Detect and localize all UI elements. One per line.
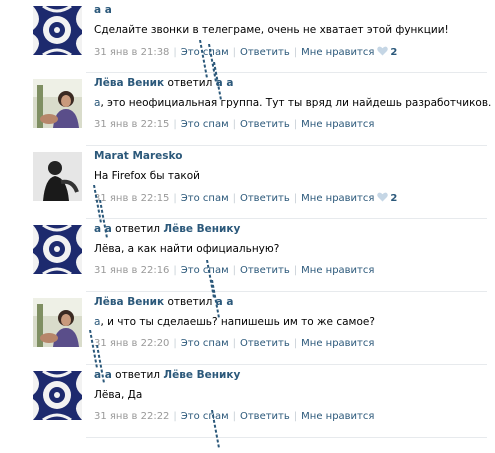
photo-avatar-icon[interactable] (33, 298, 82, 347)
comment-body: Лёва, Да (94, 389, 143, 401)
ribbon-glitch (98, 199, 108, 240)
reply-link[interactable]: Ответить (240, 265, 290, 276)
comment-meta: 31 янв в 22:20 | Это спам | Ответить | Мне нра… (94, 338, 374, 349)
pattern-avatar-icon[interactable] (33, 225, 82, 274)
like-link[interactable]: Мне нравится (301, 119, 374, 130)
bw-photo-avatar-icon[interactable] (33, 152, 82, 201)
comment-item: а а ответил Лёве Венику Лёва, а как найти… (0, 219, 495, 292)
separator: | (232, 47, 236, 58)
comment-text: а, и что ты сделаешь? напишешь им то же … (94, 316, 375, 328)
comment-meta: 31 янв в 21:38 | Это спам | Ответить | Мне нра… (94, 46, 397, 59)
comment-meta: 31 янв в 22:16 | Это спам | Ответить | Мне нра… (94, 265, 374, 276)
comment-body: Лёва, а как найти официальную? (94, 243, 280, 255)
comment-header: Marat Maresko (94, 150, 182, 162)
like-link[interactable]: Мне нравится (301, 265, 374, 276)
pattern-avatar-icon[interactable] (33, 6, 82, 55)
comment-item: Лёва Веник ответил а а а, это неофициальн… (0, 73, 495, 146)
comment-body: Сделайте звонки в телеграме, очень не хв… (94, 24, 449, 36)
pattern-avatar-icon[interactable] (33, 371, 82, 420)
separator: | (232, 338, 236, 349)
comment-date[interactable]: 31 янв в 22:16 (94, 265, 169, 276)
replied-label: ответил (115, 223, 161, 235)
ribbon-glitch (95, 344, 105, 385)
comment-header: а а (94, 4, 112, 16)
ribbon-glitch (210, 409, 220, 450)
replied-label: ответил (115, 369, 161, 381)
comment-header: а а ответил Лёве Венику (94, 223, 240, 235)
ribbon-glitch (210, 279, 220, 320)
separator: | (173, 119, 177, 130)
like-link[interactable]: Мне нравится (301, 193, 374, 204)
comment-text: а, это неофициальная группа. Тут ты вряд… (94, 97, 491, 109)
separator: | (232, 119, 236, 130)
comment-body: На Firefox бы такой (94, 170, 200, 182)
like-count: 2 (390, 47, 398, 58)
like-link[interactable]: Мне нравится (301, 338, 374, 349)
spam-link[interactable]: Это спам (181, 119, 229, 130)
comment-item: Лёва Веник ответил а а а, и что ты сделае… (0, 292, 495, 365)
separator: | (232, 193, 236, 204)
comment-text: На Firefox бы такой (94, 170, 200, 182)
photo-avatar-icon[interactable] (33, 79, 82, 128)
comment-text: Сделайте звонки в телеграме, очень не хв… (94, 24, 449, 36)
separator: | (293, 265, 298, 276)
comment-text: Лёва, Да (94, 389, 142, 401)
separator: | (232, 265, 236, 276)
heart-icon[interactable] (377, 46, 389, 59)
comment-item: а а Сделайте звонки в телеграме, очень не… (0, 0, 495, 73)
separator: | (293, 411, 298, 422)
separator: | (232, 411, 236, 422)
separator: | (173, 338, 177, 349)
comment-meta: 31 янв в 22:15 | Это спам | Ответить | Мне нра… (94, 192, 397, 205)
comment-text: Лёва, а как найти официальную? (94, 243, 279, 255)
reply-link[interactable]: Ответить (240, 338, 290, 349)
author-link[interactable]: Лёва Веник (94, 296, 164, 308)
reply-link[interactable]: Ответить (240, 119, 290, 130)
spam-link[interactable]: Это спам (181, 338, 229, 349)
reply-target-link[interactable]: Лёве Венику (163, 223, 240, 235)
like-link[interactable]: Мне нравится (301, 411, 374, 422)
comment-divider (86, 437, 487, 438)
like-count: 2 (390, 193, 398, 204)
comment-header: а а ответил Лёве Венику (94, 369, 240, 381)
comment-meta: 31 янв в 22:22 | Это спам | Ответить | Мне нра… (94, 411, 374, 422)
comment-date[interactable]: 31 янв в 22:20 (94, 338, 169, 349)
separator: | (293, 47, 298, 58)
comment-item: а а ответил Лёве Венику Лёва, Да 31 янв в … (0, 365, 495, 438)
separator: | (293, 338, 298, 349)
heart-icon[interactable] (377, 192, 389, 205)
comment-meta: 31 янв в 22:15 | Это спам | Ответить | Мне нра… (94, 119, 374, 130)
reply-target-link[interactable]: Лёве Венику (163, 369, 240, 381)
comment-date[interactable]: 31 янв в 22:22 (94, 411, 169, 422)
author-link[interactable]: Marat Maresko (94, 150, 182, 162)
separator: | (293, 119, 298, 130)
comment-date[interactable]: 31 янв в 21:38 (94, 47, 169, 58)
reply-link[interactable]: Ответить (240, 47, 290, 58)
author-link[interactable]: а а (94, 4, 112, 16)
author-link[interactable]: Лёва Веник (94, 77, 164, 89)
separator: | (173, 411, 177, 422)
like-link[interactable]: Мне нравится (301, 47, 374, 58)
ribbon-glitch (212, 61, 222, 102)
comment-body: , это неофициальная группа. Тут ты вряд … (100, 97, 492, 109)
separator: | (173, 193, 177, 204)
comments-list: а а Сделайте звонки в телеграме, очень не… (0, 0, 495, 439)
comment-date[interactable]: 31 янв в 22:15 (94, 119, 169, 130)
comment-body: , и что ты сделаешь? напишешь им то же с… (100, 316, 375, 328)
reply-link[interactable]: Ответить (240, 193, 290, 204)
separator: | (293, 193, 298, 204)
comment-item: Marat Maresko На Firefox бы такой 31 янв в… (0, 146, 495, 219)
reply-link[interactable]: Ответить (240, 411, 290, 422)
separator: | (173, 47, 177, 58)
spam-link[interactable]: Это спам (181, 411, 229, 422)
spam-link[interactable]: Это спам (181, 193, 229, 204)
separator: | (173, 265, 177, 276)
